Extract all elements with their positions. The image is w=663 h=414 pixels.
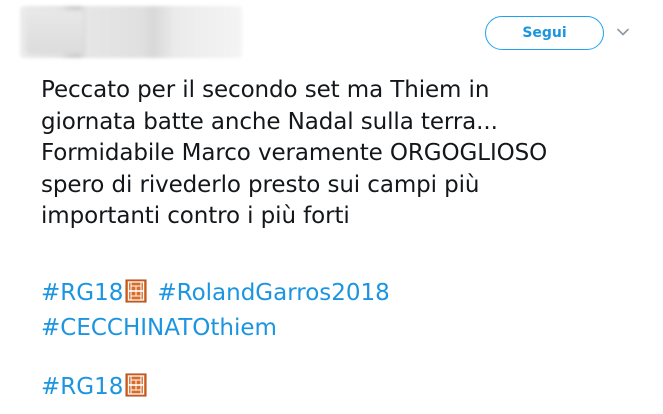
hashtag-line: #RG18 — [41, 372, 157, 407]
clay-tennis-court-icon — [125, 279, 147, 313]
hashtag-link[interactable]: #RG18 — [41, 374, 123, 400]
hashtag-link[interactable]: #RG18 — [41, 280, 123, 306]
tweet-text-line: Formidabile Marco veramente ORGOGLIOSO — [41, 140, 548, 166]
hashtag-link[interactable]: #RolandGarros2018 — [157, 280, 389, 306]
follow-button[interactable]: Segui — [485, 16, 604, 50]
hashtag-block: #RG18 #RolandGarros2018 #CECCHINATOthiem — [41, 278, 390, 344]
tweet-text-line: Peccato per il secondo set ma Thiem in — [41, 77, 490, 103]
tweet-text: Peccato per il secondo set ma Thiem in g… — [41, 75, 651, 233]
tweet-text-line: spero di rivederlo presto sui campi più — [41, 171, 480, 198]
tweet-text-line: giornata batte anche Nadal sulla terra..… — [41, 108, 498, 135]
tweet-text-line: importanti contro i più forti — [41, 203, 350, 229]
tweet-card: Segui Peccato per il secondo set ma Thie… — [0, 0, 663, 414]
hashtag-block: #RG18 — [41, 372, 157, 407]
avatar[interactable] — [26, 10, 84, 54]
chevron-down-icon[interactable] — [616, 25, 630, 39]
clay-tennis-court-icon — [125, 373, 147, 407]
hashtag-link[interactable]: #CECCHINATOthiem — [41, 315, 277, 341]
hashtag-line: #RG18 #RolandGarros2018 — [41, 278, 390, 313]
follow-button-label: Segui — [522, 25, 567, 41]
hashtag-line: #CECCHINATOthiem — [41, 313, 390, 345]
